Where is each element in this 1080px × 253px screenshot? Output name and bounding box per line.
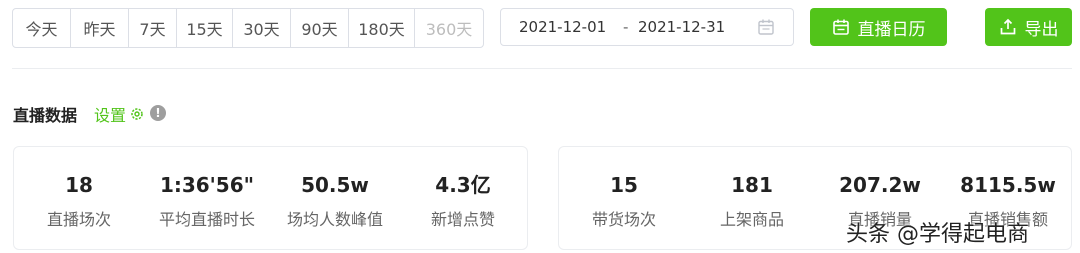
stat-value: 181: [731, 173, 773, 197]
range-360d-button[interactable]: 360天: [415, 9, 483, 47]
stat-label: 平均直播时长: [158, 210, 255, 229]
range-yesterday-button[interactable]: 昨天: [71, 9, 129, 47]
date-range-picker[interactable]: 2021-12-01 - 2021-12-31: [500, 8, 794, 46]
range-7d-button[interactable]: 7天: [129, 9, 177, 47]
stat-live-sessions: 18 直播场次: [19, 147, 139, 230]
stat-value: 50.5w: [301, 173, 369, 197]
range-30d-button[interactable]: 30天: [233, 9, 291, 47]
calendar-icon: [758, 19, 774, 35]
export-button[interactable]: 导出: [985, 8, 1072, 46]
stat-value: 18: [65, 173, 93, 197]
end-date-input[interactable]: 2021-12-31: [638, 18, 725, 36]
export-icon: [1000, 18, 1015, 35]
gear-icon: [131, 108, 143, 120]
stat-label: 新增点赞: [430, 210, 495, 229]
settings-label: 设置: [94, 106, 127, 125]
stat-label: 上架商品: [719, 210, 784, 229]
start-date-input[interactable]: 2021-12-01: [519, 18, 606, 36]
range-180d-button[interactable]: 180天: [349, 9, 415, 47]
watermark: 头条 @学得起电商: [846, 222, 1029, 247]
time-range-selector: 今天 昨天 7天 15天 30天 90天 180天 360天: [12, 8, 484, 48]
stat-label: 带货场次: [591, 210, 656, 229]
section-title: 直播数据: [13, 106, 78, 125]
stat-peak-viewers: 50.5w 场均人数峰值: [275, 147, 395, 230]
range-90d-button[interactable]: 90天: [291, 9, 349, 47]
range-today-button[interactable]: 今天: [13, 9, 71, 47]
stat-value: 4.3亿: [435, 173, 491, 197]
stat-listed-products: 181 上架商品: [692, 147, 812, 230]
divider: [12, 68, 1072, 69]
range-15d-button[interactable]: 15天: [177, 9, 233, 47]
stat-label: 直播场次: [46, 210, 111, 229]
stat-value: 1:36'56": [159, 173, 255, 197]
stat-value: 8115.5w: [960, 173, 1056, 197]
stat-avg-duration: 1:36'56" 平均直播时长: [147, 147, 267, 230]
date-separator: -: [623, 18, 629, 36]
stat-label: 场均人数峰值: [286, 210, 383, 229]
live-stats-card: 18 直播场次 1:36'56" 平均直播时长 50.5w 场均人数峰值 4.3…: [13, 146, 528, 250]
export-label: 导出: [1024, 19, 1059, 40]
stat-sales-sessions: 15 带货场次: [564, 147, 684, 230]
live-calendar-button[interactable]: 直播日历: [810, 8, 947, 46]
stat-value: 207.2w: [839, 173, 921, 197]
stat-value: 15: [610, 173, 638, 197]
calendar-icon: [832, 19, 849, 35]
stat-new-likes: 4.3亿 新增点赞: [403, 147, 523, 230]
live-calendar-label: 直播日历: [857, 19, 926, 40]
settings-link[interactable]: 设置: [94, 102, 145, 126]
info-icon[interactable]: !: [150, 105, 166, 121]
